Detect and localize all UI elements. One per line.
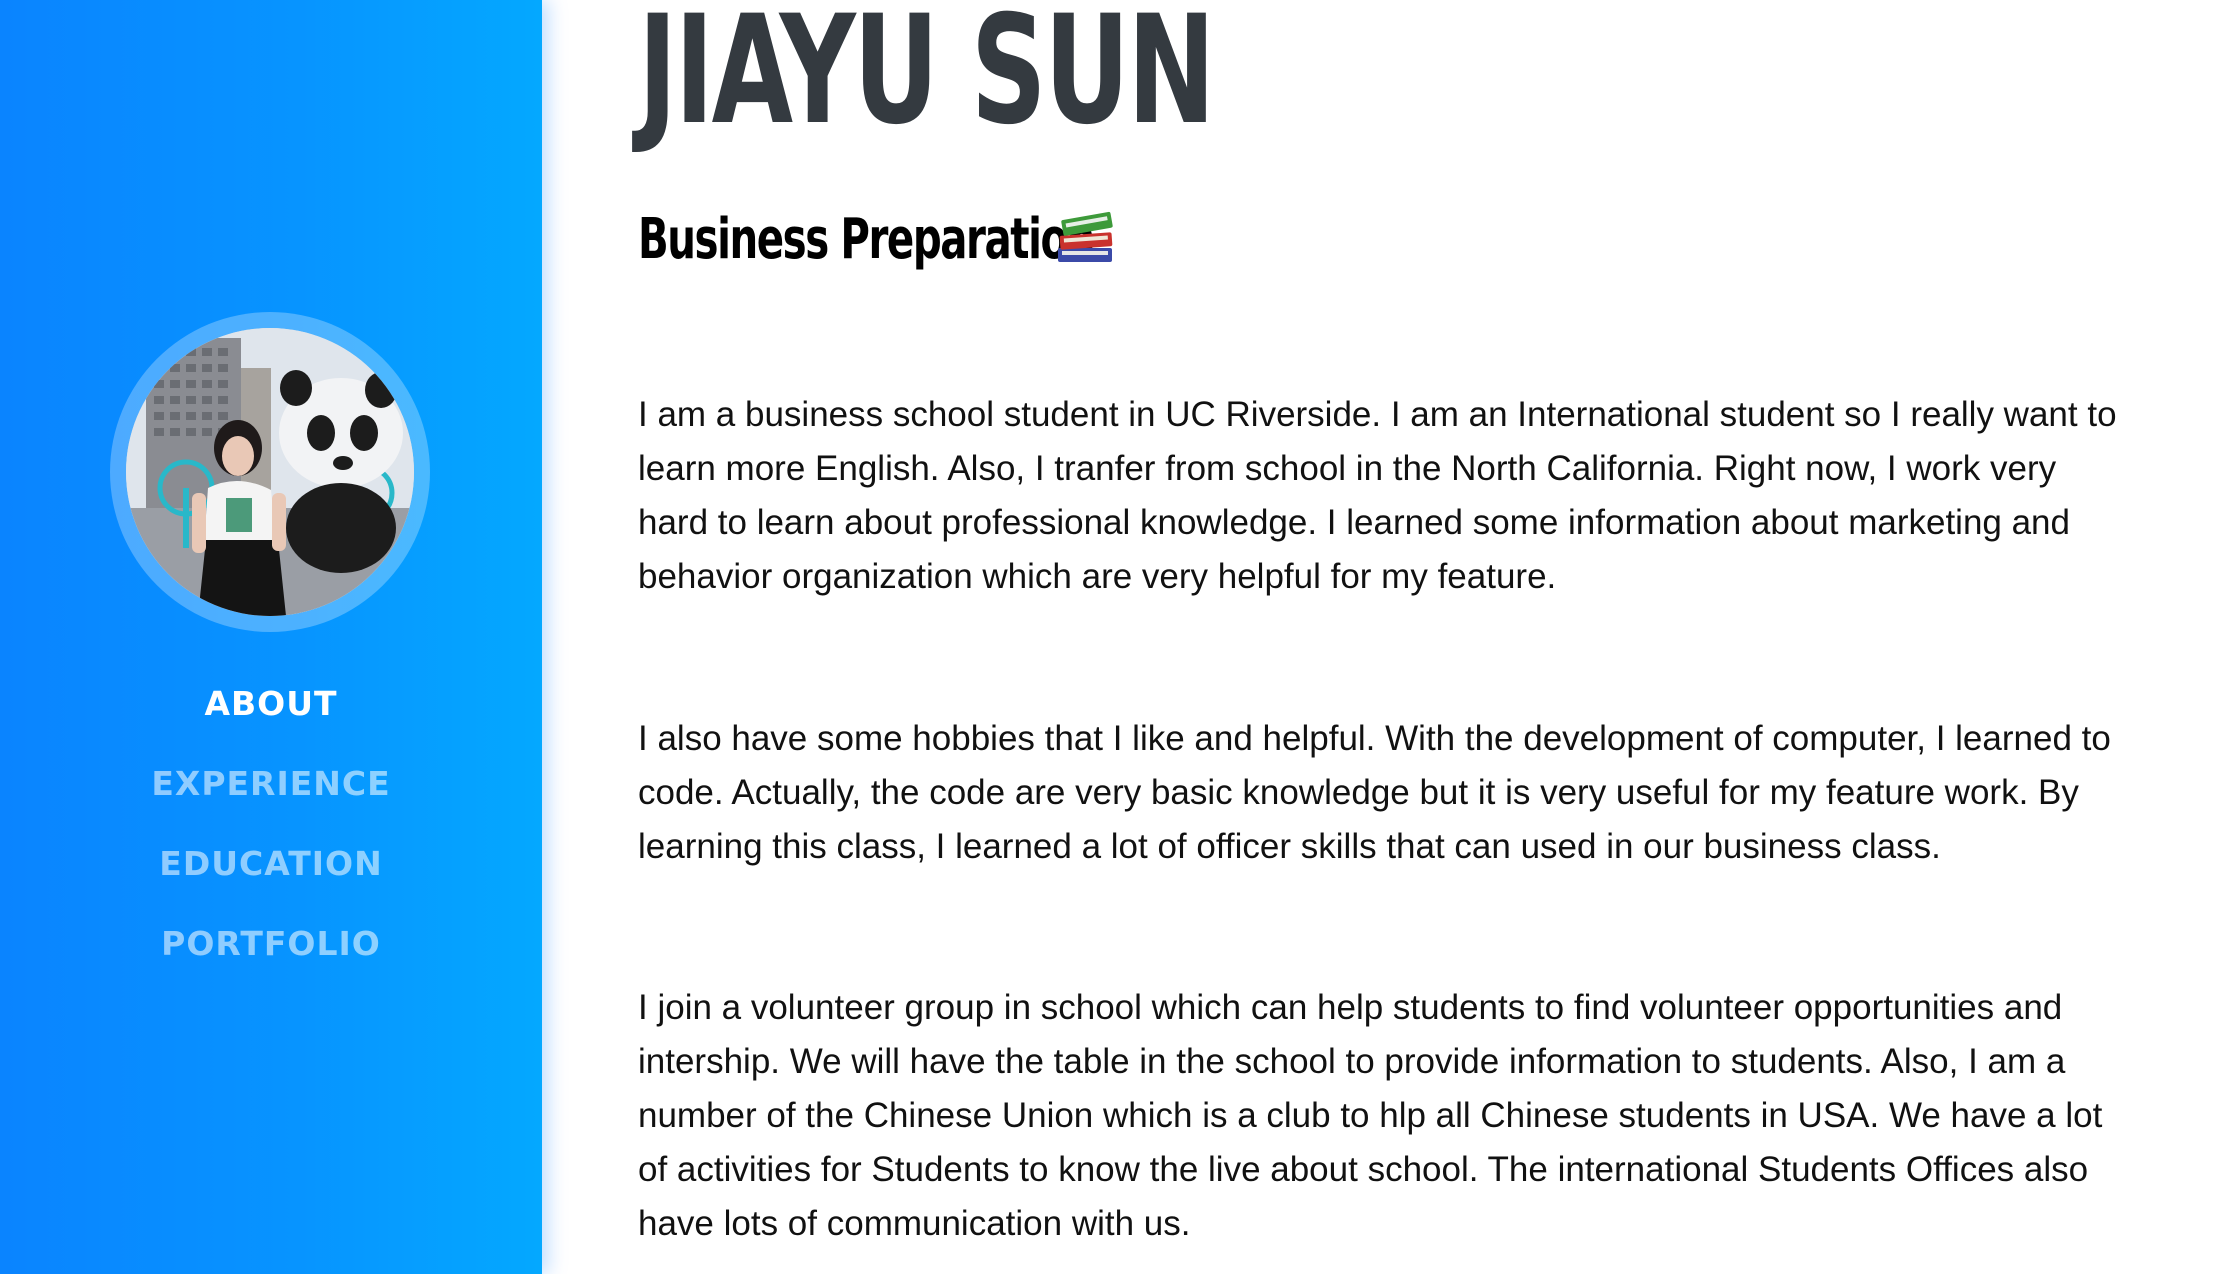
sidebar: ABOUT EXPERIENCE EDUCATION PORTFOLIO [0, 0, 542, 1274]
avatar-ring [110, 312, 430, 632]
about-paragraph: I am a business school student in UC Riv… [638, 395, 2117, 596]
avatar[interactable] [126, 328, 414, 616]
nav-item-experience[interactable]: EXPERIENCE [0, 756, 542, 836]
nav-item-about[interactable]: ABOUT [0, 676, 542, 756]
books-icon [1056, 208, 1116, 266]
profile-photo [126, 328, 414, 616]
about-paragraph: I also have some hobbies that I like and… [638, 719, 2111, 866]
page-subtitle: Business Preparation [638, 207, 1095, 272]
about-paragraph: I join a volunteer group in school which… [638, 988, 2103, 1243]
sidebar-nav: ABOUT EXPERIENCE EDUCATION PORTFOLIO [0, 676, 542, 996]
page-title: JIAYU SUN [638, 0, 1215, 158]
nav-item-education[interactable]: EDUCATION [0, 836, 542, 916]
nav-item-portfolio[interactable]: PORTFOLIO [0, 916, 542, 996]
